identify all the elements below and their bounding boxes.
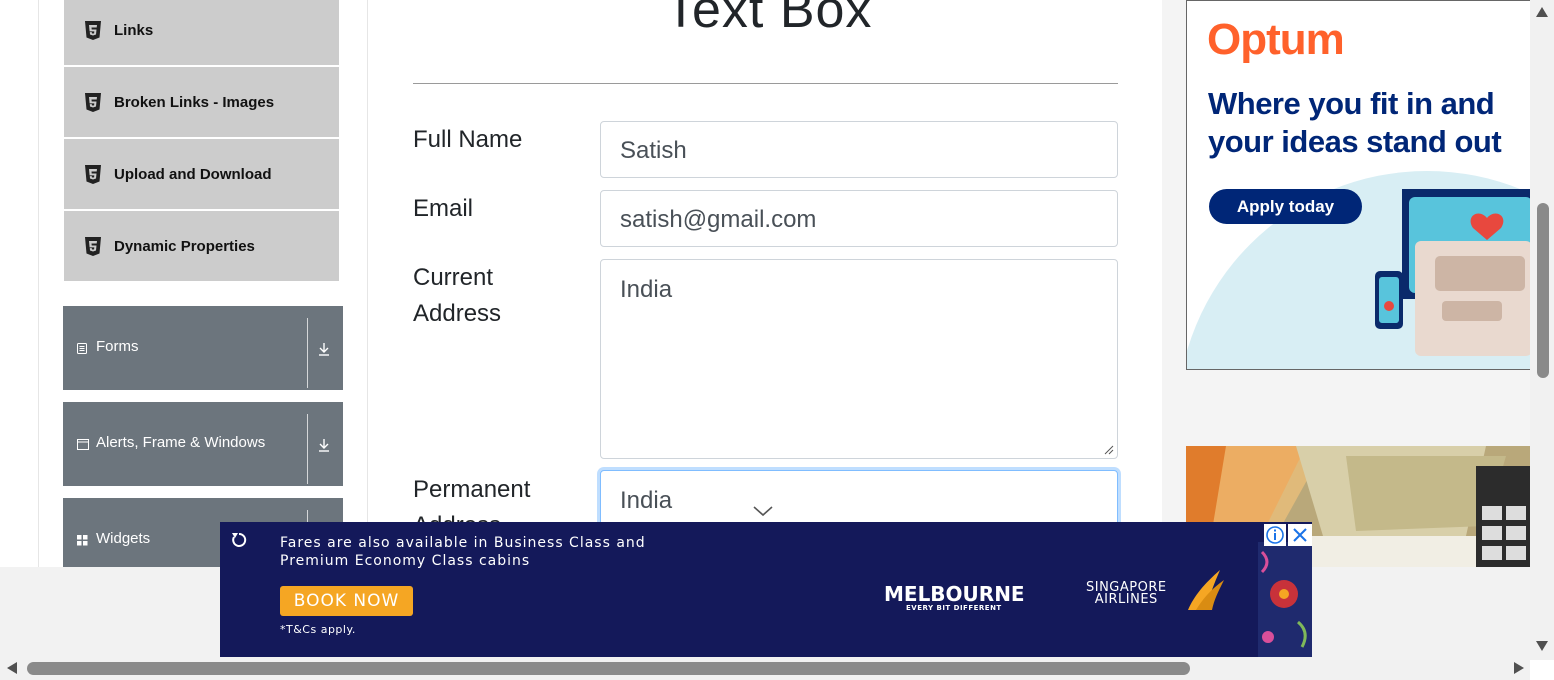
download-arrow-icon[interactable] (318, 438, 330, 452)
download-arrow-icon[interactable] (318, 342, 330, 356)
sidebar-group-label: Forms (96, 338, 139, 355)
html5-icon (85, 20, 101, 40)
banner-message-line1: Fares are also available in Business Cla… (280, 535, 646, 551)
page-title: Text Box (665, 0, 873, 39)
document-icon (77, 343, 87, 354)
full-name-label: Full Name (413, 126, 523, 153)
apply-today-button[interactable]: Apply today (1209, 189, 1362, 224)
floral-decoration (1258, 542, 1312, 657)
email-label: Email (413, 195, 474, 222)
permanent-address-label-line1: Permanent (413, 476, 531, 503)
singapore-airlines-logo: SINGAPORE AIRLINES (1086, 581, 1167, 607)
group-separator (307, 414, 308, 484)
melbourne-tagline: EVERY BIT DIFFERENT (906, 604, 1002, 612)
sidebar-item-dynamic-properties[interactable]: Dynamic Properties (64, 211, 339, 281)
replay-icon[interactable] (229, 531, 247, 549)
current-address-label-line1: Current (413, 264, 494, 291)
left-border (38, 0, 39, 567)
scroll-right-arrow-icon[interactable] (1513, 661, 1525, 675)
scrollbar-corner (1530, 660, 1554, 680)
optum-logo: Optum (1207, 15, 1345, 64)
scroll-up-arrow-icon[interactable] (1535, 6, 1549, 18)
current-address-label: Current Address (413, 260, 501, 332)
column-divider (367, 0, 368, 567)
sidebar-item-links[interactable]: Links (64, 0, 339, 65)
current-address-label-line2: Address (413, 300, 502, 327)
html5-icon (85, 236, 101, 256)
sidebar-group-label: Alerts, Frame & Windows (96, 434, 266, 451)
sidebar-item-broken-links[interactable]: Broken Links - Images (64, 67, 339, 137)
close-ad-icon[interactable] (1288, 524, 1312, 546)
sidebar-item-upload-download[interactable]: Upload and Download (64, 139, 339, 209)
melbourne-logo: MELBOURNE (884, 582, 1025, 606)
sidebar-group-label: Widgets (96, 530, 151, 547)
sidebar-item-label: Upload and Download (114, 165, 272, 183)
current-address-textarea[interactable]: India (600, 259, 1118, 459)
page: Links Broken Links - Images Upload and D… (0, 0, 1554, 680)
sidebar-item-label: Dynamic Properties (114, 237, 255, 255)
horizontal-scroll-thumb[interactable] (27, 662, 1190, 675)
resize-handle-icon[interactable] (1104, 445, 1114, 455)
current-address-value: India (620, 276, 673, 303)
scroll-left-arrow-icon[interactable] (6, 661, 18, 675)
chevron-down-icon[interactable] (752, 505, 774, 517)
ad-info-icon[interactable] (1264, 524, 1286, 546)
sidebar-item-label: Broken Links - Images (114, 93, 275, 111)
full-name-input[interactable]: Satish (600, 121, 1118, 178)
optum-ad[interactable]: Optum Where you fit in and your ideas st… (1186, 0, 1531, 370)
sidebar-item-label: Links (114, 21, 154, 39)
singapore-airlines-ad[interactable]: Fares are also available in Business Cla… (220, 522, 1312, 657)
permanent-address-value: India (620, 487, 673, 514)
optum-headline: Where you fit in and your ideas stand ou… (1208, 86, 1502, 159)
banner-message-line2: Premium Economy Class cabins (280, 553, 531, 569)
group-separator (307, 318, 308, 388)
html5-icon (85, 92, 101, 112)
widgets-icon (77, 535, 88, 546)
window-icon (77, 439, 89, 450)
permanent-address-textarea[interactable]: India (600, 470, 1118, 530)
email-input[interactable]: satish@gmail.com (600, 190, 1118, 247)
singapore-airlines-bird-icon (1188, 570, 1224, 610)
book-now-button[interactable]: BOOK NOW (280, 586, 413, 616)
banner-message: Fares are also available in Business Cla… (280, 534, 646, 570)
title-divider (413, 83, 1118, 84)
scroll-down-arrow-icon[interactable] (1535, 640, 1549, 652)
html5-icon (85, 164, 101, 184)
vertical-scroll-thumb[interactable] (1537, 203, 1549, 378)
airline-name-line2: AIRLINES (1094, 592, 1158, 607)
sidebar-group-forms[interactable]: Forms (63, 306, 343, 390)
sidebar-group-alerts[interactable]: Alerts, Frame & Windows (63, 402, 343, 486)
terms-text: *T&Cs apply. (280, 623, 356, 636)
